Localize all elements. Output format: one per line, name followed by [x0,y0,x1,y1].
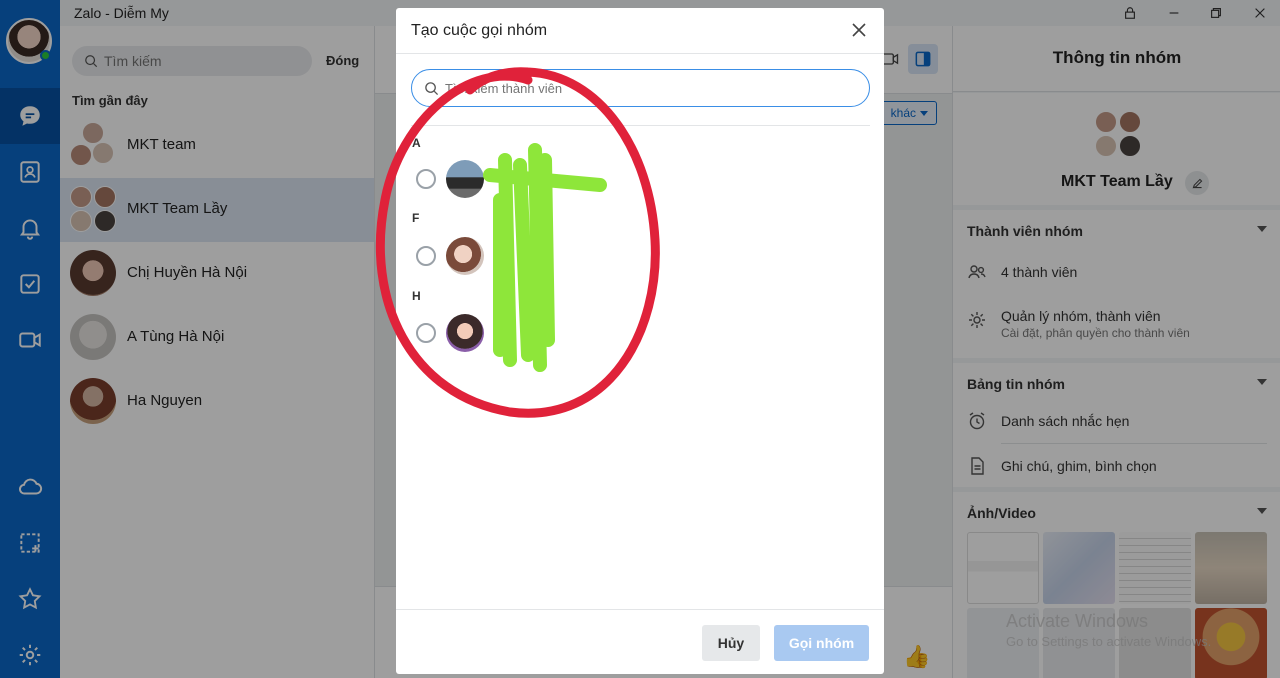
group-letter: A [412,136,421,150]
watermark-line-1: Activate Windows [1006,611,1149,631]
member-search-input[interactable] [445,80,845,96]
member-select-radio[interactable] [416,323,436,343]
start-group-call-button[interactable]: Gọi nhóm [774,625,869,661]
member-item[interactable] [416,235,856,275]
close-icon [852,23,866,37]
member-item[interactable] [416,158,856,198]
search-icon [425,81,439,95]
dialog-close-button[interactable] [850,21,870,41]
member-avatar [446,237,484,275]
member-select-radio[interactable] [416,169,436,189]
divider [411,125,870,126]
divider [396,53,884,54]
activation-watermark: Activate Windows Go to Settings to activ… [1006,611,1211,649]
member-item[interactable] [416,312,856,352]
dialog-title: Tạo cuộc gọi nhóm [411,22,548,39]
dialog-footer: Hủy Gọi nhóm [396,609,884,674]
group-letter: F [412,211,420,225]
cancel-button[interactable]: Hủy [702,625,760,661]
member-select-radio[interactable] [416,246,436,266]
member-avatar [446,314,484,352]
member-search[interactable] [411,69,870,107]
group-call-dialog: Tạo cuộc gọi nhóm A F H Hủy Gọi nhóm [396,8,884,674]
member-avatar [446,160,484,198]
watermark-line-2: Go to Settings to activate Windows. [1006,634,1212,649]
group-letter: H [412,289,421,303]
